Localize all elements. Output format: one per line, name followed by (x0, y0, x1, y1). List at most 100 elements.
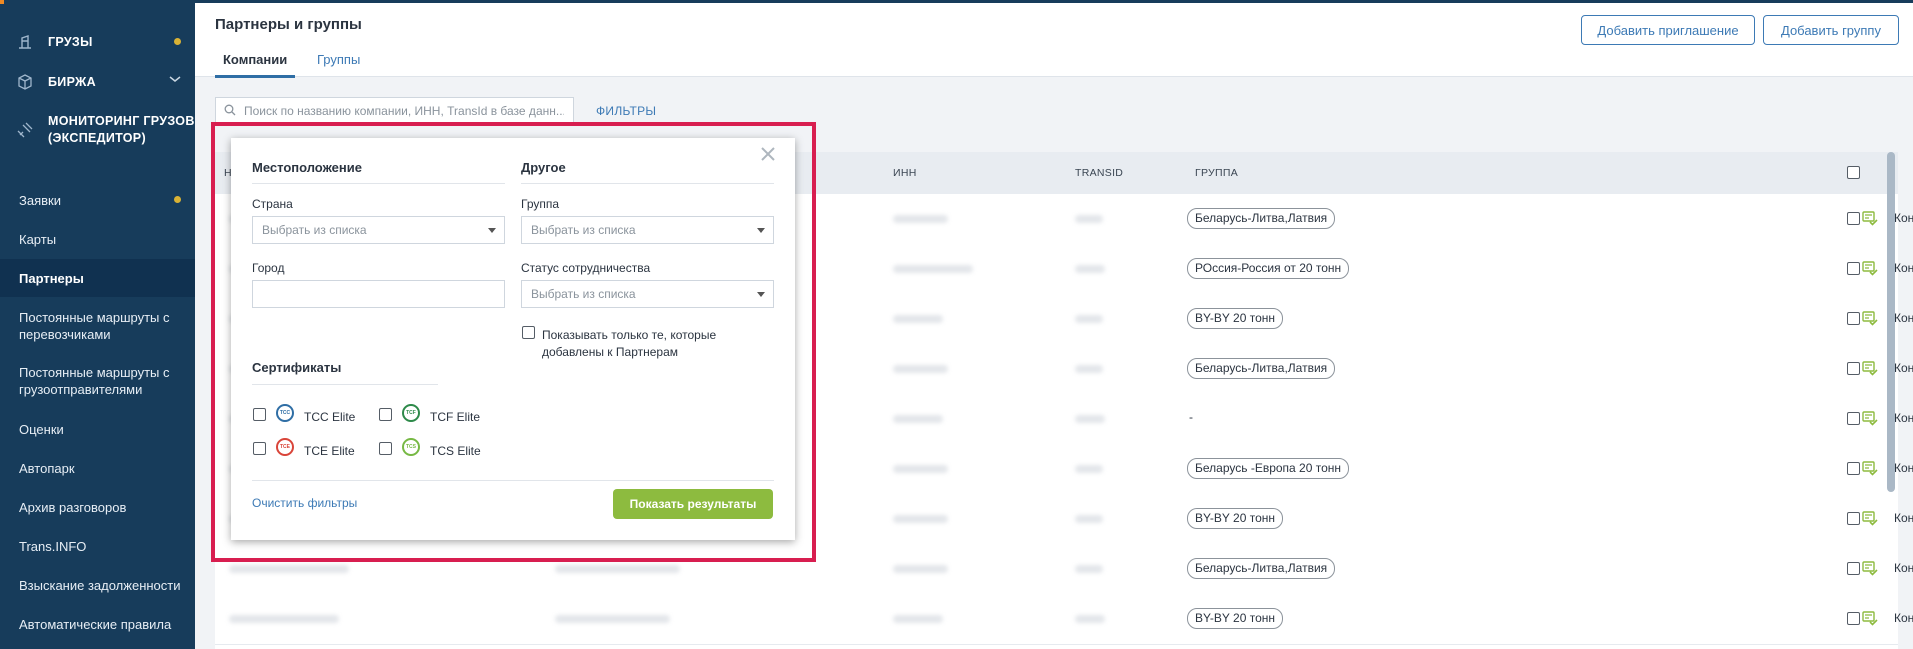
redacted-cell (893, 565, 948, 573)
sidebar-item-label: Архив разговоров (19, 499, 127, 515)
divider (252, 183, 505, 184)
group-tag: РОссия-Россия от 20 тонн (1187, 258, 1350, 279)
filters-link[interactable]: ФИЛЬТРЫ (596, 104, 656, 118)
tce-badge-icon: TCE (276, 438, 294, 456)
column-header-transid[interactable]: TRANSID (1075, 167, 1123, 179)
search-input[interactable] (242, 103, 566, 119)
chevron-down-icon (169, 73, 181, 87)
column-header-group[interactable]: ГРУППА (1195, 167, 1238, 179)
label-line: Постоянные маршруты с (19, 310, 170, 325)
scale-icon (14, 31, 36, 53)
row-checkbox[interactable] (1847, 262, 1860, 275)
redacted-cell (555, 615, 670, 623)
dropdown-arrow-icon (757, 228, 765, 233)
row-checkbox[interactable] (1847, 212, 1860, 225)
group-select[interactable]: Выбрать из списка (521, 216, 774, 244)
accent-strip (0, 0, 4, 4)
sidebar-item-label: ГРУЗЫ (48, 35, 93, 49)
cert-checkbox-tcs[interactable] (379, 442, 392, 455)
contractor-icon (1861, 359, 1879, 377)
vertical-scrollbar[interactable] (1887, 152, 1895, 492)
sidebar-item-cargo[interactable]: ГРУЗЫ (0, 30, 195, 54)
cert-label-tce: TCE Elite (304, 444, 355, 458)
sidebar-item-debt-collection[interactable]: Взыскание задолженности (0, 575, 195, 595)
filter-popup: Местоположение Страна Выбрать из списка … (231, 138, 795, 540)
row-checkbox[interactable] (1847, 362, 1860, 375)
row-checkbox[interactable] (1847, 562, 1860, 575)
sidebar-item-label: Trans.INFO (19, 538, 87, 554)
country-select[interactable]: Выбрать из списка (252, 216, 505, 244)
cert-label-tcf: TCF Elite (430, 410, 481, 424)
partner-type-label: Контрагент (1894, 211, 1913, 225)
tab-companies[interactable]: Компании (215, 52, 296, 78)
status-select[interactable]: Выбрать из списка (521, 280, 774, 308)
sidebar-item-call-archive[interactable]: Архив разговоров (0, 497, 195, 517)
dropdown-arrow-icon (488, 228, 496, 233)
partners-only-label: Показывать только те, которые добавлены … (542, 327, 716, 361)
redacted-cell (1075, 365, 1103, 373)
city-input[interactable] (252, 280, 505, 308)
row-checkbox[interactable] (1847, 412, 1860, 425)
redacted-cell (893, 365, 948, 373)
column-header-inn[interactable]: ИНН (893, 167, 917, 179)
group-tag: Беларусь -Европа 20 тонн (1187, 458, 1350, 479)
contractor-icon (1861, 609, 1879, 627)
sidebar-item-monitoring[interactable]: МОНИТОРИНГ ГРУЗОВ (ЭКСПЕДИТОР) (0, 113, 195, 149)
sidebar-item-label: Взыскание задолженности (19, 577, 181, 593)
partner-type-label: Контрагент (1894, 511, 1913, 525)
select-placeholder: Выбрать из списка (531, 287, 636, 301)
group-tag: - (1189, 410, 1193, 424)
tcf-badge-icon: TCF (402, 404, 420, 422)
cert-checkbox-tcf[interactable] (379, 408, 392, 421)
clear-filters-link[interactable]: Очистить фильтры (252, 496, 357, 510)
sidebar-item-routes-shippers[interactable]: Постоянные маршруты с грузоотправителями (0, 362, 195, 400)
group-tag: BY-BY 20 тонн (1187, 508, 1283, 529)
contractor-icon (1861, 509, 1879, 527)
cert-label-tcs: TCS Elite (430, 444, 481, 458)
redacted-cell (1075, 615, 1105, 623)
partners-only-checkbox[interactable] (522, 326, 535, 339)
label-line: Постоянные маршруты с (19, 365, 170, 380)
table-row[interactable]: BY-BY 20 тонн Контрагент (215, 594, 1913, 645)
select-placeholder: Выбрать из списка (262, 223, 367, 237)
show-results-button[interactable]: Показать результаты (613, 489, 773, 519)
certificates-section-title: Сертификаты (252, 360, 342, 375)
group-tag: BY-BY 20 тонн (1187, 608, 1283, 629)
row-checkbox[interactable] (1847, 512, 1860, 525)
select-all-checkbox[interactable] (1847, 166, 1860, 179)
sidebar-item-fleet[interactable]: Автопарк (0, 458, 195, 478)
redacted-cell (1075, 515, 1103, 523)
sidebar-item-partners[interactable]: Партнеры (0, 259, 195, 297)
dropdown-arrow-icon (757, 292, 765, 297)
tcc-badge-icon: TCC (276, 404, 294, 422)
group-tag: Беларусь-Литва,Латвия (1187, 358, 1336, 379)
add-invitation-button[interactable]: Добавить приглашение (1581, 15, 1755, 45)
close-icon[interactable] (761, 144, 775, 164)
sidebar-item-routes-carriers[interactable]: Постоянные маршруты с перевозчиками (0, 307, 195, 345)
row-checkbox[interactable] (1847, 312, 1860, 325)
contractor-icon (1861, 409, 1879, 427)
sidebar-item-transinfo[interactable]: Trans.INFO (0, 536, 195, 556)
sidebar-item-maps[interactable]: Карты (0, 229, 195, 249)
cert-checkbox-tce[interactable] (253, 442, 266, 455)
redacted-cell (893, 215, 948, 223)
sidebar-item-exchange[interactable]: БИРЖА (0, 70, 195, 94)
row-checkbox[interactable] (1847, 462, 1860, 475)
sidebar-item-orders[interactable]: Заявки (0, 190, 195, 210)
redacted-cell (1075, 565, 1103, 573)
add-group-button[interactable]: Добавить группу (1763, 15, 1899, 45)
redacted-cell (893, 315, 943, 323)
country-label: Страна (252, 197, 293, 211)
partner-type-label: Контрагент (1894, 461, 1913, 475)
partner-type-label: Контрагент (1894, 411, 1913, 425)
sidebar-item-auto-rules[interactable]: Автоматические правила (0, 614, 195, 634)
row-checkbox[interactable] (1847, 612, 1860, 625)
sidebar-item-ratings[interactable]: Оценки (0, 419, 195, 439)
partner-type-label: Контрагент (1894, 611, 1913, 625)
sidebar-item-label: Автоматические правила (19, 616, 172, 632)
tab-groups[interactable]: Группы (317, 52, 360, 67)
contractor-icon (1861, 459, 1879, 477)
cert-checkbox-tcc[interactable] (253, 408, 266, 421)
partner-type-label: Контрагент (1894, 561, 1913, 575)
redacted-cell (555, 565, 680, 573)
